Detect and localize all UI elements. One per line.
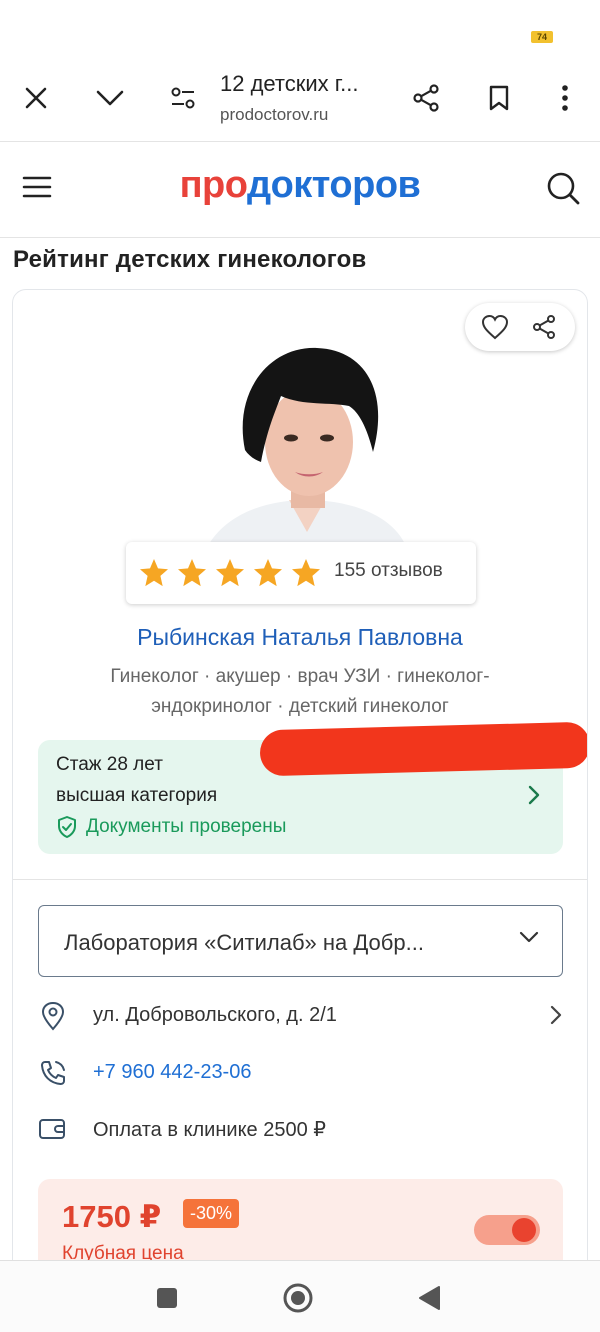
doctor-photo[interactable] [199, 332, 415, 544]
site-header: продокторов [0, 142, 600, 238]
location-pin-icon [38, 1001, 68, 1031]
star-icon [292, 559, 320, 587]
discount-badge: -30% [183, 1199, 240, 1228]
reviews-count[interactable]: 155 отзывов [334, 560, 443, 582]
star-icon [216, 559, 244, 587]
chevron-down-icon [518, 930, 540, 949]
doctor-card: 155 отзывов Рыбинская Наталья Павловна Г… [12, 289, 588, 1289]
chevron-down-icon[interactable] [90, 78, 130, 118]
payment-row: Оплата в клинике 2500 ₽ [38, 1108, 563, 1148]
star-icon [140, 559, 168, 587]
card-actions [465, 303, 575, 351]
clinic-phone[interactable]: +7 960 442-23-06 [93, 1061, 251, 1084]
search-icon[interactable] [545, 170, 581, 211]
page-title: Рейтинг детских гинекологов [13, 246, 367, 273]
back-icon[interactable] [414, 1283, 444, 1313]
phone-row[interactable]: +7 960 442-23-06 [38, 1052, 563, 1092]
home-icon[interactable] [283, 1283, 313, 1313]
star-rating [138, 557, 322, 589]
close-icon[interactable] [16, 78, 56, 118]
site-logo[interactable]: продокторов [0, 164, 600, 207]
divider [13, 879, 587, 880]
battery-icon: 74 [531, 31, 553, 43]
clinic-select[interactable]: Лаборатория «Ситилаб» на Добр... [38, 905, 563, 977]
logo-part-pro: про [179, 164, 248, 206]
club-price-toggle[interactable] [474, 1215, 540, 1245]
documents-label: Документы проверены [86, 816, 287, 837]
phone-icon [38, 1058, 68, 1088]
clinic-address: ул. Добровольского, д. 2/1 [93, 1004, 337, 1026]
chevron-right-icon [549, 1004, 563, 1031]
tab-title[interactable]: 12 детских г... [220, 71, 358, 97]
site-settings-icon[interactable] [163, 78, 203, 118]
url-text[interactable]: prodoctorov.ru [220, 105, 328, 125]
star-icon [178, 559, 206, 587]
status-bar: 74 [0, 0, 600, 60]
bookmark-icon[interactable] [479, 78, 519, 118]
clinic-selected-value: Лаборатория «Ситилаб» на Добр... [64, 930, 424, 955]
system-nav-bar [0, 1260, 600, 1332]
share-icon[interactable] [406, 78, 446, 118]
recents-icon[interactable] [152, 1283, 182, 1313]
logo-part-doctors: докторов [246, 164, 421, 206]
share-icon[interactable] [529, 312, 559, 342]
browser-toolbar: 12 детских г... prodoctorov.ru [0, 60, 600, 142]
more-menu-icon[interactable] [545, 78, 585, 118]
rating-badge[interactable]: 155 отзывов [126, 542, 476, 604]
toggle-knob [512, 1218, 536, 1242]
shield-check-icon [58, 816, 76, 838]
heart-icon[interactable] [480, 312, 510, 342]
wallet-icon [38, 1114, 68, 1144]
chevron-right-icon [527, 784, 541, 811]
doctor-specialty: Гинеколог · акушер · врач УЗИ · гинеколо… [110, 666, 490, 717]
documents-verified: Документы проверены [56, 815, 286, 839]
doctor-name[interactable]: Рыбинская Наталья Павловна [13, 624, 587, 651]
star-icon [254, 559, 282, 587]
experience-text: Стаж 28 лет [56, 754, 163, 775]
redaction-mark [259, 721, 587, 777]
address-row[interactable]: ул. Добровольского, д. 2/1 [38, 995, 563, 1035]
category-text: высшая категория [56, 785, 218, 806]
club-price: 1750 ₽ [62, 1199, 162, 1234]
payment-info: Оплата в клинике 2500 ₽ [93, 1119, 326, 1141]
